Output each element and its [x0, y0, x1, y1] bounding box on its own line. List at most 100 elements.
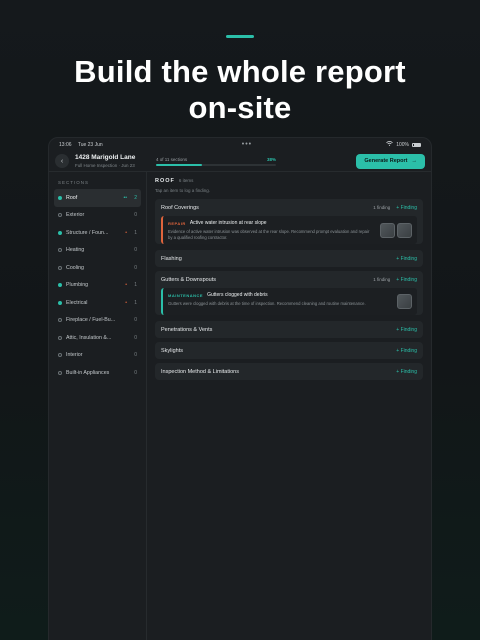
sidebar-item-label: Roof	[66, 194, 78, 201]
item-name: Gutters & Downspouts	[161, 276, 217, 283]
item-name: Flashing	[161, 255, 182, 262]
sidebar-item-label: Plumbing	[66, 282, 89, 289]
finding-count: 1 finding	[373, 277, 391, 282]
sidebar-item[interactable]: Cooling 0	[54, 259, 141, 277]
complete-dot-icon	[58, 283, 62, 288]
finding-entry[interactable]: REPAIR Active water intrusion at rear slo…	[161, 216, 417, 244]
back-button[interactable]: ‹	[55, 154, 69, 168]
empty-dot-icon	[58, 370, 62, 375]
item-card[interactable]: Gutters & Downspouts 1 finding + Finding MA…	[155, 271, 423, 315]
flag-dot-icon: •	[125, 299, 127, 306]
flag-dot-icon: ••	[123, 194, 127, 201]
generate-report-button[interactable]: Generate Report →	[356, 153, 425, 169]
item-name: Inspection Method & Limitations	[161, 368, 239, 375]
sidebar-item-count: 0	[134, 212, 137, 219]
progress-track	[156, 163, 276, 166]
sidebar-item-count: 0	[134, 334, 137, 341]
add-finding-button[interactable]: + Finding	[396, 277, 417, 283]
sidebar-item-count: 2	[134, 194, 137, 201]
tablet-screen: 13:06 Tue 23 Jun ••• 100% ‹ 1428 Marigol…	[48, 137, 432, 640]
status-bar: 13:06 Tue 23 Jun ••• 100%	[49, 138, 431, 151]
add-finding-button[interactable]: + Finding	[396, 327, 417, 333]
section-item-count: 6 items	[178, 178, 194, 183]
item-name: Roof Coverings	[161, 204, 199, 211]
item-name: Skylights	[161, 347, 184, 354]
item-card-header: Gutters & Downspouts 1 finding + Finding	[155, 271, 423, 288]
sidebar-item-label: Heating	[66, 247, 85, 254]
sidebar-item[interactable]: Electrical • 1	[54, 294, 141, 312]
sidebar-item[interactable]: Interior 0	[54, 347, 141, 365]
item-card-header: Roof Coverings 1 finding + Finding	[155, 199, 423, 216]
complete-dot-icon	[58, 195, 62, 200]
arrow-right-icon: →	[411, 158, 418, 164]
sections-list: Roof •• 2 Exterior 0 Structure / Foun... • 1 Hea…	[54, 189, 141, 382]
item-cards: Roof Coverings 1 finding + Finding REPAIR Ac…	[155, 199, 423, 380]
finding-count: 1 finding	[373, 205, 391, 210]
finding-entry[interactable]: MAINTENANCE Gutters clogged with debris Gu…	[161, 288, 417, 315]
section-detail: ROOF 6 items Tap an item to log a findin…	[147, 172, 431, 640]
flag-dot-icon: •	[125, 282, 127, 289]
sidebar-item-label: Fireplace / Fuel-Bu...	[66, 317, 116, 324]
report-title: 1428 Marigold Lane Full Home Inspection …	[75, 154, 145, 168]
sidebar-item[interactable]: Plumbing • 1	[54, 277, 141, 295]
progress-label: 4 of 11 sections	[156, 156, 188, 162]
sidebar-item-count: 1	[134, 299, 137, 306]
item-card-header: Flashing + Finding	[155, 250, 423, 267]
finding-title: Active water intrusion at rear slope	[189, 220, 267, 226]
progress: 4 of 11 sections 38%	[156, 157, 276, 166]
empty-dot-icon	[58, 318, 62, 323]
complete-dot-icon	[58, 230, 62, 235]
sidebar-item[interactable]: Structure / Foun... • 1	[54, 224, 141, 242]
finding-title: Gutters clogged with debris	[207, 292, 268, 298]
add-finding-button[interactable]: + Finding	[396, 205, 417, 211]
add-finding-button[interactable]: + Finding	[396, 348, 417, 354]
flag-dot-icon: •	[125, 229, 127, 236]
progress-fill	[156, 163, 202, 166]
photo-thumbnail[interactable]	[397, 294, 412, 309]
photo-thumbnail[interactable]	[397, 222, 412, 238]
status-time: 13:06	[59, 141, 72, 148]
empty-dot-icon	[58, 248, 62, 253]
empty-dot-icon	[58, 213, 62, 218]
progress-percent: 38%	[266, 156, 276, 162]
accent-bar	[226, 35, 254, 38]
sidebar-item-count: 1	[134, 229, 137, 236]
sidebar-heading: SECTIONS	[58, 180, 90, 185]
item-card[interactable]: Flashing + Finding	[155, 250, 423, 267]
finding-description: Gutters were clogged with debris at the …	[168, 301, 366, 306]
complete-dot-icon	[58, 300, 62, 305]
finding-description: Evidence of active water intrusion was o…	[168, 229, 370, 240]
item-card-header: Penetrations & Vents + Finding	[155, 321, 423, 338]
add-finding-button[interactable]: + Finding	[396, 256, 417, 262]
sidebar-item[interactable]: Built-in Appliances 0	[54, 364, 141, 382]
sidebar-item-label: Structure / Foun...	[66, 229, 109, 236]
sidebar-item[interactable]: Heating 0	[54, 242, 141, 260]
section-hint: Tap an item to log a finding.	[155, 188, 211, 193]
status-date: Tue 23 Jun	[77, 141, 103, 148]
item-card[interactable]: Roof Coverings 1 finding + Finding REPAIR Ac…	[155, 199, 423, 244]
item-card[interactable]: Inspection Method & Limitations + Finding	[155, 363, 423, 380]
sidebar-item-count: 0	[134, 247, 137, 254]
top-bar: ‹ 1428 Marigold Lane Full Home Inspectio…	[49, 151, 431, 172]
sidebar-item-label: Interior	[66, 352, 83, 359]
sidebar-item[interactable]: Roof •• 2	[54, 189, 141, 207]
section-title: ROOF	[155, 178, 175, 184]
sidebar-item[interactable]: Exterior 0	[54, 207, 141, 225]
sidebar-item-count: 1	[134, 282, 137, 289]
item-card[interactable]: Penetrations & Vents + Finding	[155, 321, 423, 338]
add-finding-button[interactable]: + Finding	[396, 369, 417, 375]
battery-percent: 100%	[396, 141, 409, 148]
item-card[interactable]: Skylights + Finding	[155, 342, 423, 359]
sidebar-item-count: 0	[134, 352, 137, 359]
headline-line-2: on-site	[188, 90, 292, 125]
sidebar-item-label: Built-in Appliances	[66, 369, 110, 376]
sidebar-item-count: 0	[134, 264, 137, 271]
wifi-icon	[386, 141, 393, 148]
multitask-dots-icon[interactable]: •••	[242, 141, 252, 148]
sections-sidebar: SECTIONS Roof •• 2 Exterior 0 Structure / Fou…	[49, 172, 147, 640]
address: 1428 Marigold Lane	[75, 154, 136, 161]
sidebar-item[interactable]: Fireplace / Fuel-Bu... 0	[54, 312, 141, 330]
sidebar-item[interactable]: Attic, Insulation &... 0	[54, 329, 141, 347]
photo-thumbnail[interactable]	[380, 222, 395, 238]
battery-icon	[411, 142, 421, 147]
